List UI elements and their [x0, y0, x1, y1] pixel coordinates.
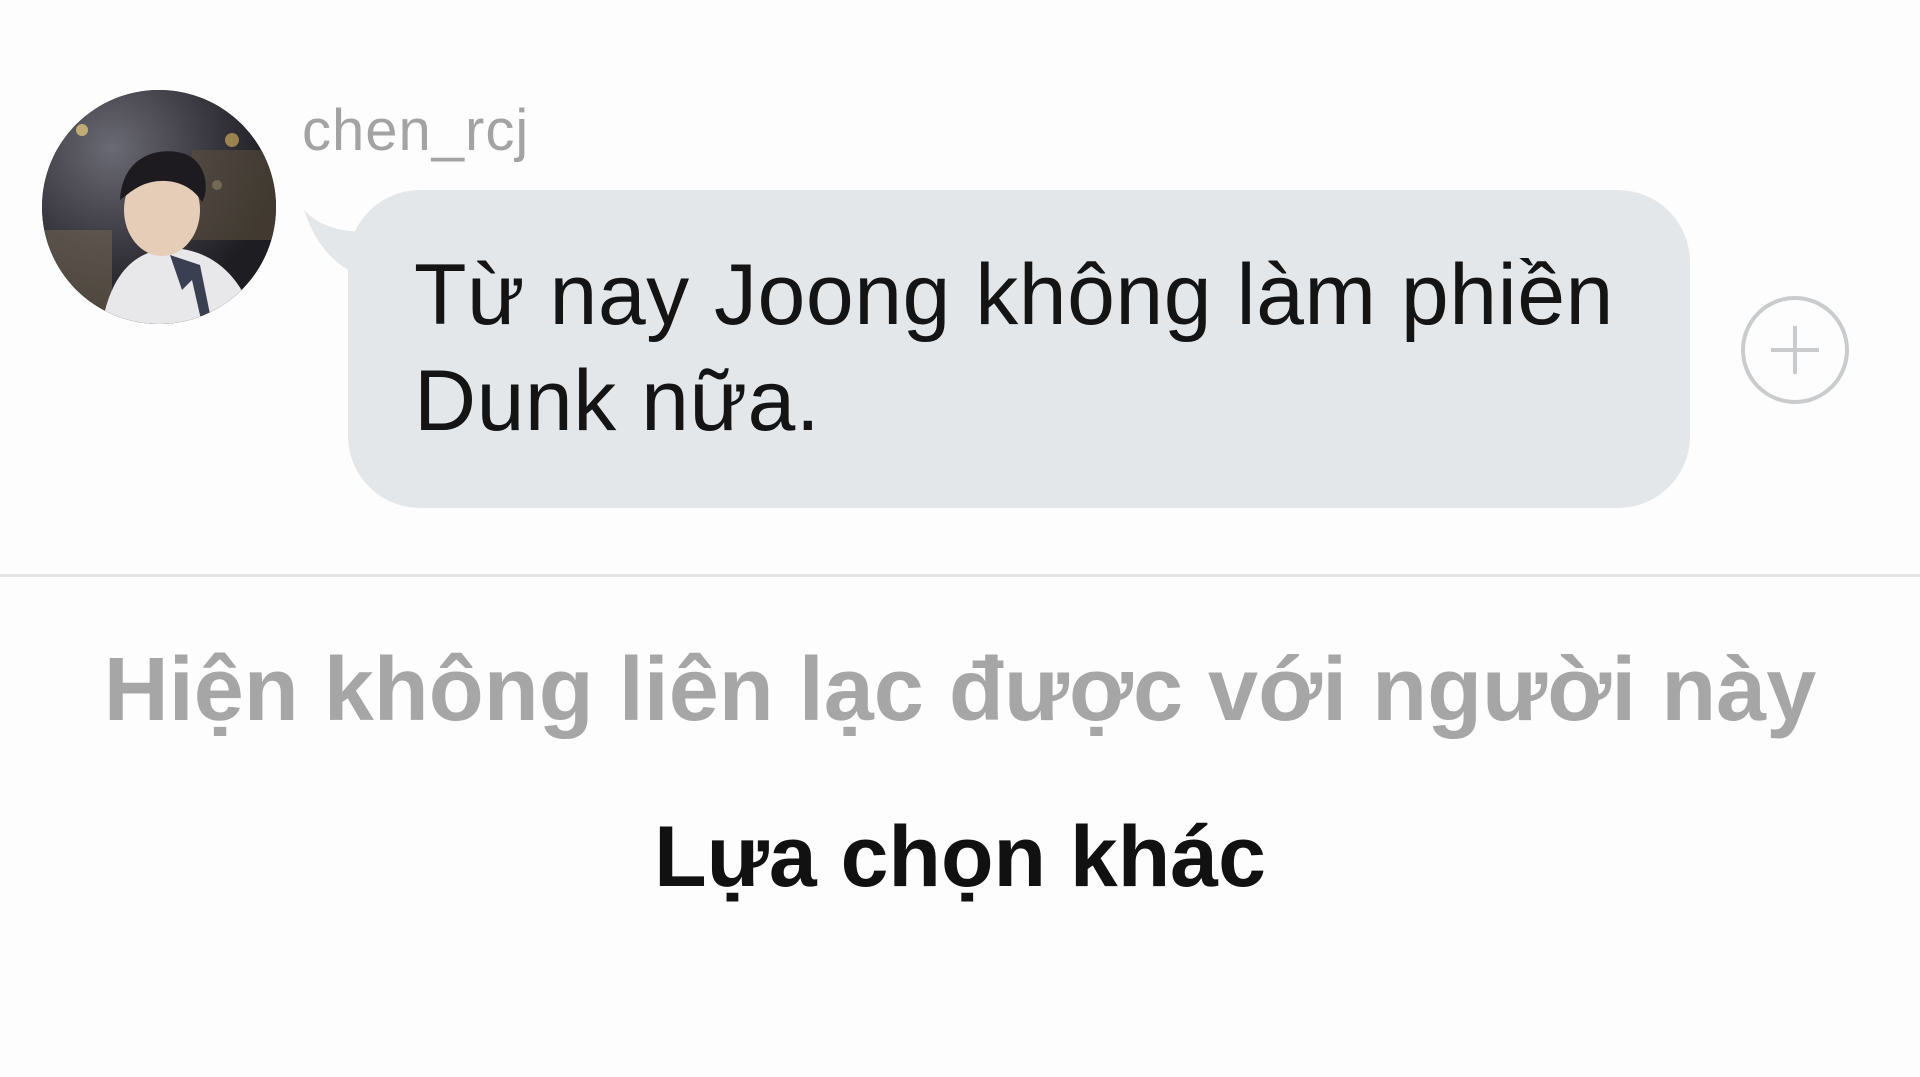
avatar[interactable]: [42, 90, 276, 324]
unavailable-status: Hiện không liên lạc được với người này: [103, 640, 1817, 740]
chat-screen: chen_rcj Từ nay Joong không làm phiền Du…: [0, 0, 1920, 1077]
more-options-button[interactable]: Lựa chọn khác: [560, 802, 1360, 912]
add-reaction-button[interactable]: [1741, 296, 1849, 404]
divider: [0, 574, 1920, 577]
sender-username: chen_rcj: [302, 98, 530, 163]
profile-photo: [42, 90, 276, 324]
message-text: Từ nay Joong không làm phiền Dunk nữa.: [414, 247, 1614, 449]
message-bubble[interactable]: Từ nay Joong không làm phiền Dunk nữa.: [296, 190, 1690, 508]
message-bubble-body: Từ nay Joong không làm phiền Dunk nữa.: [348, 190, 1690, 508]
plus-circle-icon: [1771, 326, 1819, 374]
